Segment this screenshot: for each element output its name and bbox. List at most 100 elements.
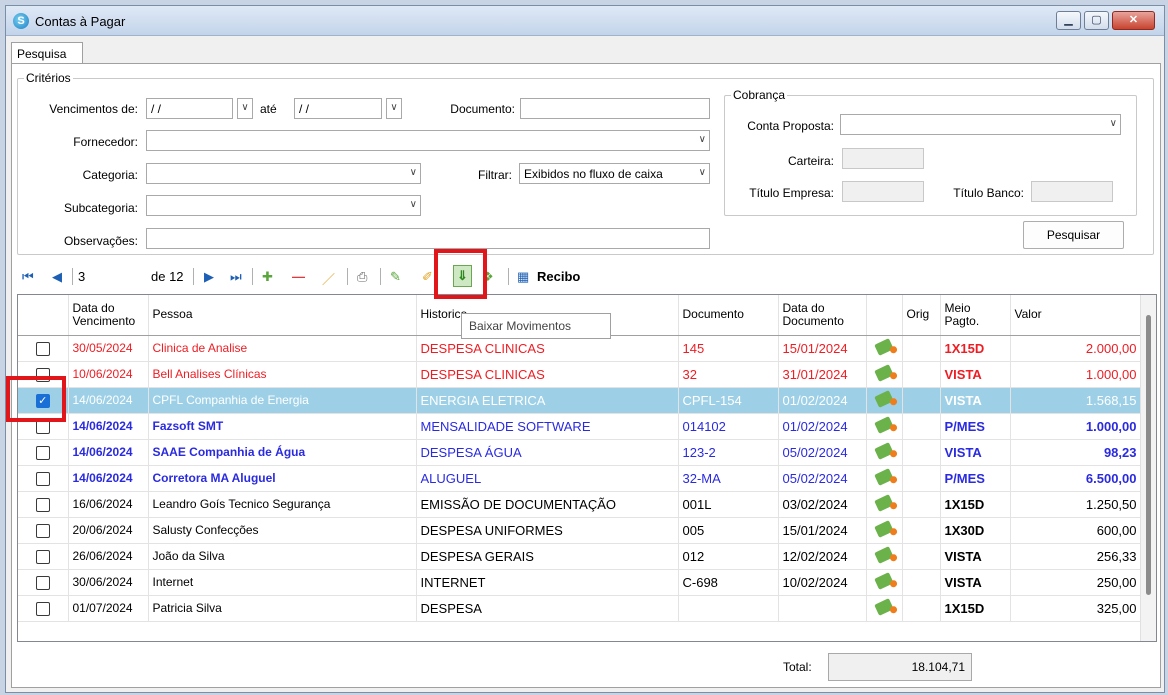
payables-grid[interactable]: Data do Vencimento Pessoa Historico Documen…: [17, 294, 1157, 642]
filtrar-select[interactable]: Exibidos no fluxo de caixa ∨: [519, 163, 710, 184]
documento-label: Documento:: [450, 102, 515, 116]
table-row[interactable]: 16/06/2024 Leandro Goís Tecnico Segurança…: [18, 491, 1142, 518]
row-checkbox[interactable]: [35, 497, 50, 512]
money-icon[interactable]: [874, 519, 894, 538]
column-header[interactable]: Data do Vencimento: [68, 295, 149, 336]
cell-action[interactable]: [866, 439, 903, 466]
documento-input[interactable]: [520, 98, 710, 119]
cell-data-doc: 01/02/2024: [778, 387, 867, 414]
cell-action[interactable]: [866, 569, 903, 596]
table-row[interactable]: 14/06/2024 Corretora MA Aluguel ALUGUEL 32-…: [18, 465, 1142, 492]
conta-proposta-select[interactable]: ∨: [840, 114, 1121, 135]
money-icon[interactable]: [874, 441, 894, 460]
column-header[interactable]: Pessoa: [148, 295, 417, 336]
row-checkbox[interactable]: [35, 445, 50, 460]
cell-action[interactable]: [866, 361, 903, 388]
table-row[interactable]: 14/06/2024 Fazsoft SMT MENSALIDADE SOFTWAR…: [18, 413, 1142, 440]
table-row[interactable]: 10/06/2024 Bell Analises Clínicas DESPESA …: [18, 361, 1142, 388]
cell-data-doc: 12/02/2024: [778, 543, 867, 570]
minimize-button[interactable]: ▁: [1056, 11, 1081, 30]
column-header[interactable]: [18, 295, 69, 336]
money-icon[interactable]: [874, 493, 894, 512]
venc-to-input[interactable]: / /: [294, 98, 382, 119]
pesquisar-button[interactable]: Pesquisar: [1023, 221, 1124, 249]
column-header[interactable]: Data do Documento: [778, 295, 867, 336]
table-row[interactable]: 20/06/2024 Salusty Confecções DESPESA UNIF…: [18, 517, 1142, 544]
cell-historico: ENERGIA ELETRICA: [416, 387, 679, 414]
print-icon[interactable]: ⎙: [357, 269, 367, 285]
table-row[interactable]: 01/07/2024 Patricia Silva DESPESA 1X15D 325,…: [18, 595, 1142, 622]
recibo-icon[interactable]: ▦: [517, 269, 529, 285]
cell-pessoa: Bell Analises Clínicas: [148, 361, 417, 388]
cell-action[interactable]: [866, 335, 903, 362]
row-checkbox[interactable]: [35, 575, 50, 590]
cell-meio: 1X15D: [940, 491, 1011, 518]
recibo-button[interactable]: Recibo: [537, 269, 580, 284]
row-select-cell[interactable]: [18, 335, 69, 362]
cell-action[interactable]: [866, 543, 903, 570]
subcategoria-select[interactable]: ∨: [146, 195, 421, 216]
column-header[interactable]: Orig: [902, 295, 941, 336]
row-select-cell[interactable]: [18, 569, 69, 596]
fornecedor-select[interactable]: ∨: [146, 130, 710, 151]
cell-action[interactable]: [866, 413, 903, 440]
edit-icon[interactable]: ／: [322, 269, 335, 288]
scrollbar-thumb[interactable]: [1146, 315, 1151, 595]
cell-action[interactable]: [866, 491, 903, 518]
row-select-cell[interactable]: [18, 595, 69, 622]
prev-record-icon[interactable]: ◀: [52, 269, 62, 285]
row-checkbox[interactable]: [35, 523, 50, 538]
categoria-select[interactable]: ∨: [146, 163, 421, 184]
table-row[interactable]: 26/06/2024 João da Silva DESPESA GERAIS 012…: [18, 543, 1142, 570]
add-payment-icon[interactable]: ✚: [262, 269, 273, 285]
cell-action[interactable]: [866, 595, 903, 622]
money-icon[interactable]: [874, 363, 894, 382]
column-header[interactable]: Valor: [1010, 295, 1142, 336]
row-select-cell[interactable]: [18, 491, 69, 518]
cell-action[interactable]: [866, 465, 903, 492]
row-checkbox[interactable]: [35, 549, 50, 564]
vertical-scrollbar[interactable]: [1140, 295, 1156, 641]
column-header[interactable]: Documento: [678, 295, 779, 336]
close-button[interactable]: ✕: [1112, 11, 1155, 30]
current-record-input[interactable]: 3: [78, 269, 85, 284]
edit-payment-icon[interactable]: ✎: [390, 269, 401, 285]
cell-meio: VISTA: [940, 439, 1011, 466]
money-icon[interactable]: [874, 415, 894, 434]
pencil-icon[interactable]: ✐: [422, 269, 433, 285]
money-icon[interactable]: [874, 467, 894, 486]
first-record-icon[interactable]: ⏮: [22, 269, 34, 285]
delete-icon[interactable]: —: [292, 269, 305, 284]
next-record-icon[interactable]: ▶: [204, 269, 214, 285]
money-icon[interactable]: [874, 389, 894, 408]
venc-from-dropdown-icon[interactable]: ∨: [237, 98, 253, 119]
maximize-button[interactable]: ▢: [1084, 11, 1109, 30]
observacoes-input[interactable]: [146, 228, 710, 249]
cell-pessoa: Fazsoft SMT: [148, 413, 417, 440]
last-record-icon[interactable]: ⏭: [230, 269, 242, 285]
tab-pesquisa[interactable]: Pesquisa: [11, 42, 83, 64]
table-row[interactable]: 30/06/2024 Internet INTERNET C-698 10/02/202…: [18, 569, 1142, 596]
title-bar[interactable]: S Contas à Pagar ▁ ▢ ✕: [6, 6, 1164, 36]
row-select-cell[interactable]: [18, 543, 69, 570]
row-checkbox[interactable]: [35, 341, 50, 356]
cell-action[interactable]: [866, 387, 903, 414]
column-header[interactable]: [866, 295, 903, 336]
venc-to-dropdown-icon[interactable]: ∨: [386, 98, 402, 119]
money-icon[interactable]: [874, 571, 894, 590]
column-header[interactable]: Meio Pagto.: [940, 295, 1011, 336]
money-icon[interactable]: [874, 545, 894, 564]
row-checkbox[interactable]: [35, 601, 50, 616]
cell-action[interactable]: [866, 517, 903, 544]
money-icon[interactable]: [874, 337, 894, 356]
table-row[interactable]: ✓ 14/06/2024 CPFL Companhia de Energia ENER…: [18, 387, 1142, 414]
row-select-cell[interactable]: [18, 465, 69, 492]
table-row[interactable]: 14/06/2024 SAAE Companhia de Água DESPESA …: [18, 439, 1142, 466]
cell-data-doc: 03/02/2024: [778, 491, 867, 518]
venc-from-input[interactable]: / /: [146, 98, 233, 119]
row-checkbox[interactable]: [35, 471, 50, 486]
row-select-cell[interactable]: [18, 517, 69, 544]
row-select-cell[interactable]: [18, 439, 69, 466]
cell-orig: [902, 335, 941, 362]
money-icon[interactable]: [874, 597, 894, 616]
